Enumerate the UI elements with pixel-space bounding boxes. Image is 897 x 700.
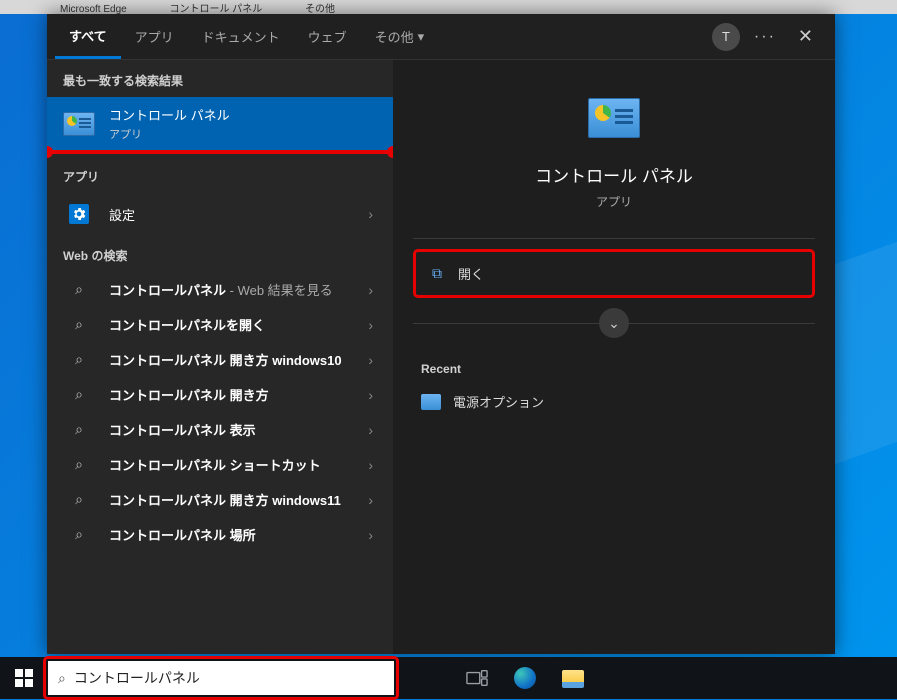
tab-documents[interactable]: ドキュメント xyxy=(188,14,294,59)
open-icon: ⧉ xyxy=(428,265,446,282)
results-detail-column: コントロール パネル アプリ ⧉ 開く ⌄ Recent 電源オプション xyxy=(393,60,835,654)
chevron-down-icon: ▾ xyxy=(418,29,425,45)
chevron-right-icon: › xyxy=(364,492,377,508)
search-tabs: すべて アプリ ドキュメント ウェブ その他 ▾ T ··· ✕ xyxy=(47,14,835,60)
search-icon: ⌕ xyxy=(63,526,95,543)
web-result[interactable]: ⌕ コントロールパネルを開く › xyxy=(47,307,393,342)
control-panel-icon-large xyxy=(586,96,642,140)
power-options-icon xyxy=(421,394,441,410)
edge-browser-button[interactable] xyxy=(502,657,548,699)
recent-header: Recent xyxy=(413,348,815,384)
web-result[interactable]: ⌕ コントロールパネル 開き方 windows11 › xyxy=(47,482,393,517)
task-view-icon xyxy=(466,669,488,687)
search-icon: ⌕ xyxy=(63,456,95,473)
background-window-glimpse: Microsoft Edge コントロール パネル その他 xyxy=(0,0,897,14)
tab-more[interactable]: その他 ▾ xyxy=(361,14,439,59)
results-left-column: 最も一致する検索結果 コントロール パネル アプリ アプリ 設定 › We xyxy=(47,60,393,654)
search-icon: ⌕ xyxy=(63,316,95,333)
tab-apps[interactable]: アプリ xyxy=(121,14,188,59)
best-match-subtitle: アプリ xyxy=(109,126,377,142)
recent-item[interactable]: 電源オプション xyxy=(413,384,815,419)
windows-logo-icon xyxy=(15,669,33,687)
web-result[interactable]: ⌕ コントロールパネル 場所 › xyxy=(47,517,393,552)
chevron-right-icon: › xyxy=(364,282,377,298)
chevron-right-icon: › xyxy=(364,206,377,222)
close-button[interactable]: ✕ xyxy=(790,22,821,51)
expand-actions-button[interactable]: ⌄ xyxy=(599,308,629,338)
chevron-right-icon: › xyxy=(364,527,377,543)
divider xyxy=(413,238,815,239)
taskbar-search-box[interactable]: ⌕ xyxy=(48,661,394,695)
chevron-right-icon: › xyxy=(364,422,377,438)
web-result[interactable]: ⌕ コントロールパネル ショートカット › xyxy=(47,447,393,482)
app-result-settings[interactable]: 設定 › xyxy=(47,193,393,235)
chevron-right-icon: › xyxy=(364,457,377,473)
tab-all[interactable]: すべて xyxy=(55,14,121,59)
start-button[interactable] xyxy=(0,657,48,699)
tab-web[interactable]: ウェブ xyxy=(294,14,361,59)
search-icon: ⌕ xyxy=(63,386,95,403)
task-view-button[interactable] xyxy=(454,657,500,699)
search-icon: ⌕ xyxy=(63,281,95,298)
apps-header: アプリ xyxy=(47,156,393,193)
edge-icon xyxy=(514,667,536,689)
search-icon: ⌕ xyxy=(63,421,95,438)
search-icon: ⌕ xyxy=(63,351,95,368)
best-match-result[interactable]: コントロール パネル アプリ xyxy=(47,97,393,150)
open-label: 開く xyxy=(458,264,484,283)
web-result[interactable]: ⌕ コントロールパネル - Web 結果を見る › xyxy=(47,272,393,307)
chevron-right-icon: › xyxy=(364,387,377,403)
web-result[interactable]: ⌕ コントロールパネル 表示 › xyxy=(47,412,393,447)
chevron-right-icon: › xyxy=(364,317,377,333)
taskbar: ⌕ xyxy=(0,657,897,699)
annotation-open-highlight: ⧉ 開く xyxy=(413,249,815,298)
web-result[interactable]: ⌕ コントロールパネル 開き方 › xyxy=(47,377,393,412)
best-match-title: コントロール パネル xyxy=(109,105,377,124)
detail-title: コントロール パネル xyxy=(535,162,693,187)
recent-item-label: 電源オプション xyxy=(453,392,544,411)
app-result-label: 設定 xyxy=(109,205,350,224)
file-explorer-button[interactable] xyxy=(550,657,596,699)
file-explorer-icon xyxy=(562,670,584,686)
user-avatar[interactable]: T xyxy=(712,23,740,51)
control-panel-icon xyxy=(63,111,95,137)
open-action[interactable]: ⧉ 開く xyxy=(418,254,810,293)
search-results-panel: すべて アプリ ドキュメント ウェブ その他 ▾ T ··· ✕ 最も一致する検… xyxy=(47,14,835,654)
gear-icon xyxy=(63,201,95,227)
web-search-header: Web の検索 xyxy=(47,235,393,272)
search-icon: ⌕ xyxy=(63,491,95,508)
search-icon: ⌕ xyxy=(58,670,66,687)
best-match-header: 最も一致する検索結果 xyxy=(47,60,393,97)
chevron-right-icon: › xyxy=(364,352,377,368)
web-result[interactable]: ⌕ コントロールパネル 開き方 windows10 › xyxy=(47,342,393,377)
chevron-down-icon: ⌄ xyxy=(608,315,620,332)
more-options-button[interactable]: ··· xyxy=(754,28,776,46)
search-input[interactable] xyxy=(74,670,384,686)
annotation-underline xyxy=(47,150,393,154)
detail-subtitle: アプリ xyxy=(596,193,632,210)
